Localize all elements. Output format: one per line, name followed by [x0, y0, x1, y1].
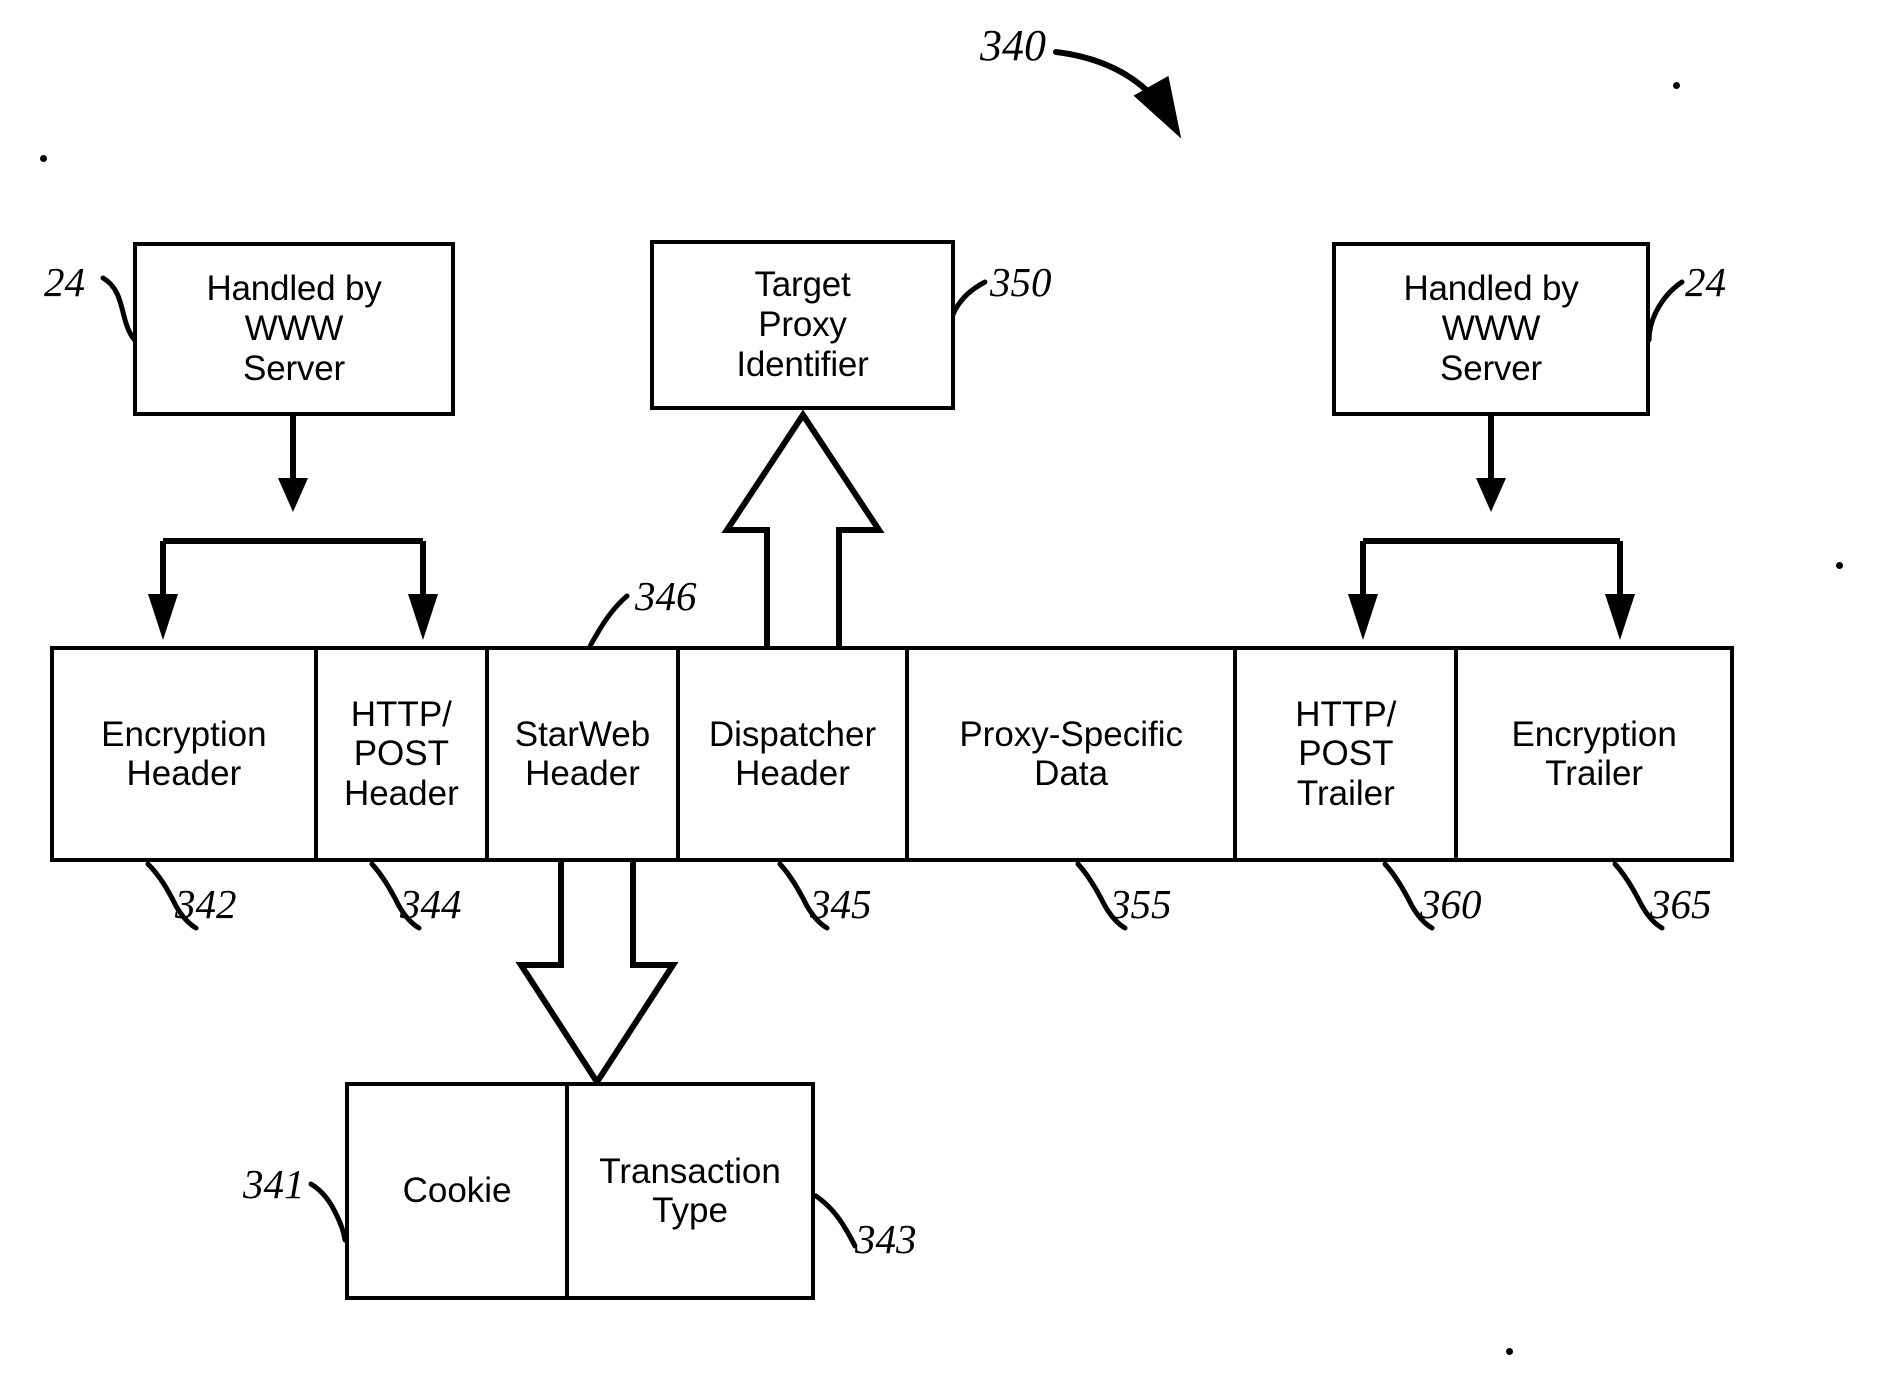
scan-speckle — [1673, 82, 1680, 89]
cell-text: Encryption Header — [101, 714, 267, 793]
reference-numeral-344: 344 — [400, 881, 462, 927]
scan-speckle — [1836, 562, 1843, 569]
patent-figure-340: Handled by WWW Server Target Proxy Ident… — [0, 0, 1885, 1385]
detail-cell-cookie: Cookie — [349, 1086, 570, 1296]
reference-numeral-365: 365 — [1650, 881, 1712, 927]
fork-arrows-left — [148, 416, 438, 640]
packet-cell-dispatcher-header: Dispatcher Header — [680, 650, 909, 858]
block-arrow-down-starweb — [515, 856, 679, 1088]
leader-343 — [813, 1193, 858, 1249]
packet-structure-bar: Encryption Header HTTP/ POST Header Star… — [50, 646, 1734, 862]
packet-cell-encryption-trailer: Encryption Trailer — [1458, 650, 1730, 858]
reference-numeral-345: 345 — [810, 881, 872, 927]
scan-speckle — [1506, 1348, 1513, 1355]
leader-24-right — [1646, 279, 1685, 343]
cell-text: HTTP/ POST Header — [343, 695, 459, 813]
box-handled-by-www-server-left: Handled by WWW Server — [133, 242, 455, 416]
cell-text: Proxy-Specific Data — [959, 714, 1183, 793]
reference-numeral-24-right: 24 — [1685, 259, 1726, 305]
box-label-target-proxy: Target Proxy Identifier — [736, 265, 869, 384]
starweb-header-detail-box: Cookie Transaction Type — [345, 1082, 815, 1300]
reference-numeral-341: 341 — [243, 1161, 305, 1207]
leader-346 — [585, 593, 630, 655]
reference-numeral-350: 350 — [990, 259, 1052, 305]
reference-numeral-343: 343 — [855, 1216, 917, 1262]
cell-text: HTTP/ POST Trailer — [1295, 695, 1397, 813]
reference-numeral-340: 340 — [980, 21, 1046, 70]
reference-numeral-24-left: 24 — [44, 259, 85, 305]
packet-cell-encryption-header: Encryption Header — [54, 650, 318, 858]
block-arrow-up-dispatcher — [721, 409, 885, 652]
figure-ref-arrow — [1053, 49, 1182, 139]
cell-text: Dispatcher Header — [708, 714, 877, 793]
box-target-proxy-identifier: Target Proxy Identifier — [650, 240, 955, 410]
packet-cell-starweb-header: StarWeb Header — [489, 650, 681, 858]
leader-341 — [308, 1181, 348, 1243]
packet-cell-http-post-trailer: HTTP/ POST Trailer — [1237, 650, 1459, 858]
box-label-www-right: Handled by WWW Server — [1403, 269, 1579, 388]
reference-numeral-346: 346 — [635, 573, 697, 619]
reference-numeral-342: 342 — [175, 881, 237, 927]
scan-speckle — [40, 155, 47, 162]
fork-arrows-right — [1348, 416, 1635, 640]
cell-text: Encryption Trailer — [1511, 714, 1677, 793]
cell-text: StarWeb Header — [514, 714, 651, 793]
packet-cell-proxy-specific-data: Proxy-Specific Data — [909, 650, 1238, 858]
box-label-www-left: Handled by WWW Server — [206, 269, 382, 388]
detail-cell-transaction-type: Transaction Type — [569, 1086, 811, 1296]
packet-cell-http-post-header: HTTP/ POST Header — [318, 650, 489, 858]
reference-numeral-355: 355 — [1110, 881, 1172, 927]
box-handled-by-www-server-right: Handled by WWW Server — [1332, 242, 1650, 416]
cell-text: Cookie — [402, 1171, 512, 1211]
cell-text: Transaction Type — [599, 1151, 781, 1230]
reference-numeral-360: 360 — [1420, 881, 1482, 927]
